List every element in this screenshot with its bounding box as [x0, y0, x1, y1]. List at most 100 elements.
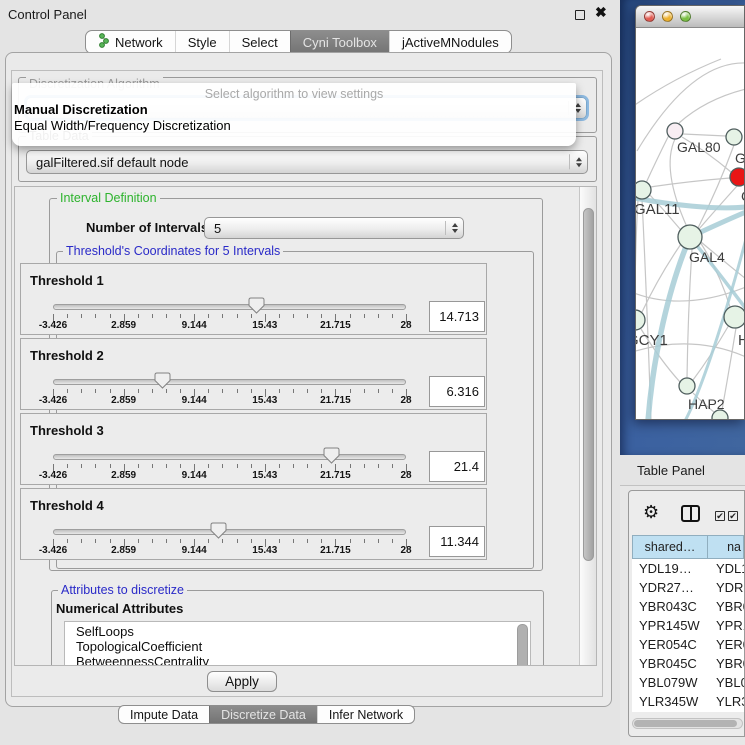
cell-name: YDR2 [708, 580, 744, 595]
table-body: YDL19…YDL1YDR27…YDR2YBR043CYBR0YPR145WYP… [632, 559, 744, 712]
numerical-attributes-label: Numerical Attributes [56, 601, 183, 616]
tab-label: Network [115, 35, 163, 50]
tab-infer-network[interactable]: Infer Network [317, 706, 414, 723]
cell-shared-name: YPR145W [632, 618, 708, 633]
table-row[interactable]: YBR043CYBR0 [632, 597, 744, 616]
slider-tick [67, 314, 68, 318]
slider-thumb[interactable] [154, 372, 171, 394]
tab-network[interactable]: Network [86, 31, 175, 53]
float-window-icon[interactable] [575, 10, 585, 20]
slider-thumb[interactable] [323, 447, 340, 469]
table-row[interactable]: YPR145WYPR1 [632, 616, 744, 635]
slider-tick-label: 9.144 [171, 545, 217, 556]
list-scrollbar[interactable] [517, 624, 528, 666]
slider-tick [364, 539, 365, 543]
network-node[interactable] [724, 306, 744, 328]
network-node[interactable] [678, 225, 702, 249]
close-light-icon[interactable] [644, 11, 655, 22]
network-node[interactable] [667, 123, 683, 139]
network-edge [698, 145, 734, 228]
checkbox-icon[interactable]: ✔ [715, 511, 725, 521]
table-row[interactable]: YLR345WYLR3 [632, 692, 744, 711]
table-data-combo[interactable]: galFiltered.sif default node [26, 150, 588, 174]
slider-tick-label: 9.144 [171, 320, 217, 331]
table-row[interactable]: YER054CYER0 [632, 635, 744, 654]
slider-track[interactable] [53, 379, 406, 385]
tab-select[interactable]: Select [229, 31, 290, 53]
slider-tick [364, 314, 365, 318]
tab-cyni-toolbox[interactable]: Cyni Toolbox [290, 31, 389, 53]
tab-discretize-data[interactable]: Discretize Data [209, 706, 317, 723]
settings-scrollbar-thumb[interactable] [583, 208, 594, 561]
table-row[interactable]: YBR045CYBR0 [632, 654, 744, 673]
slider-track[interactable] [53, 304, 406, 310]
number-of-intervals-combo[interactable]: 5 [204, 217, 464, 239]
cell-shared-name: YBL079W [632, 675, 708, 690]
checkbox-icon[interactable]: ✔ [728, 511, 738, 521]
slider-thumb[interactable] [210, 522, 227, 544]
network-canvas[interactable]: GAL80GACGAL11GAL4GCY1HHAP2 [636, 29, 744, 419]
threshold-value-field[interactable]: 11.344 [429, 526, 485, 557]
zoom-light-icon[interactable] [680, 11, 691, 22]
threshold-value-field[interactable]: 6.316 [429, 376, 485, 407]
slider-tick [321, 314, 322, 318]
network-node[interactable] [730, 168, 744, 186]
table-row[interactable]: YDR27…YDR2 [632, 578, 744, 597]
network-node[interactable] [636, 181, 651, 199]
slider-tick [392, 464, 393, 468]
slider-tick [166, 314, 167, 318]
network-node[interactable] [679, 378, 695, 394]
dropdown-item-equal-width[interactable]: Equal Width/Frequency Discretization [14, 118, 231, 133]
network-node[interactable] [726, 129, 742, 145]
attribute-item-betweennesscentrality[interactable]: BetweennessCentrality [76, 654, 209, 666]
cell-name: YBR0 [708, 656, 744, 671]
numerical-attributes-list[interactable]: SelfLoopsTopologicalCoefficientBetweenne… [64, 621, 531, 666]
tab-style[interactable]: Style [175, 31, 229, 53]
slider-tick [222, 464, 223, 468]
attribute-item-topologicalcoefficient[interactable]: TopologicalCoefficient [76, 639, 202, 654]
gear-icon[interactable]: ⚙ [643, 502, 659, 523]
network-edge [679, 89, 744, 123]
table-panel-titlebar: Table Panel [620, 455, 745, 486]
apply-button[interactable]: Apply [207, 671, 277, 692]
slider-track[interactable] [53, 454, 406, 460]
table-hscrollbar-thumb[interactable] [634, 720, 737, 727]
slider-tick-label: 2.859 [101, 545, 147, 556]
slider-tick-label: 2.859 [101, 395, 147, 406]
network-window-titlebar[interactable] [636, 6, 744, 28]
slider-tick [378, 389, 379, 393]
table-row[interactable]: YBL079WYBL0 [632, 673, 744, 692]
settings-scrollbar-track[interactable] [579, 187, 596, 665]
threshold-value-field[interactable]: 14.713 [429, 301, 485, 332]
attribute-item-selfloops[interactable]: SelfLoops [76, 624, 134, 639]
network-node[interactable] [636, 310, 645, 330]
column-header-name[interactable]: na [708, 535, 744, 559]
dropdown-item-manual-discretization[interactable]: Manual Discretization [14, 102, 148, 117]
combo-stepper-icon[interactable] [445, 221, 458, 235]
slider-tick [293, 539, 294, 543]
tab-jactivemnodules[interactable]: jActiveMNodules [389, 31, 511, 53]
combo-stepper-icon[interactable] [569, 154, 582, 169]
table-row[interactable]: YDL19…YDL1 [632, 559, 744, 578]
network-view-window[interactable]: GAL80GACGAL11GAL4GCY1HHAP2 [635, 5, 745, 420]
tab-impute-data[interactable]: Impute Data [119, 706, 209, 723]
table-header-row: shared… na [632, 535, 744, 559]
slider-tick [81, 464, 82, 468]
table-hscrollbar-track[interactable] [632, 718, 743, 729]
slider-tick [237, 314, 238, 318]
tab-label: Select [242, 35, 278, 50]
columns-icon[interactable] [681, 505, 700, 522]
table-row[interactable]: YIL052CYIL0 [632, 711, 744, 712]
slider-thumb[interactable] [248, 297, 265, 319]
slider-tick [279, 389, 280, 393]
minimize-light-icon[interactable] [662, 11, 673, 22]
slider-tick [81, 539, 82, 543]
tab-label: jActiveMNodules [402, 35, 499, 50]
threshold-value-field[interactable]: 21.4 [429, 451, 485, 482]
column-header-shared[interactable]: shared… [632, 535, 708, 559]
slider-track[interactable] [53, 529, 406, 535]
close-icon[interactable]: ✖ [595, 4, 607, 21]
threshold-label: Threshold 1 [30, 273, 104, 288]
slider-tick-label: 21.715 [312, 320, 358, 331]
threshold-row-3: Threshold 3-3.4262.8599.14415.4321.71528… [20, 413, 487, 485]
